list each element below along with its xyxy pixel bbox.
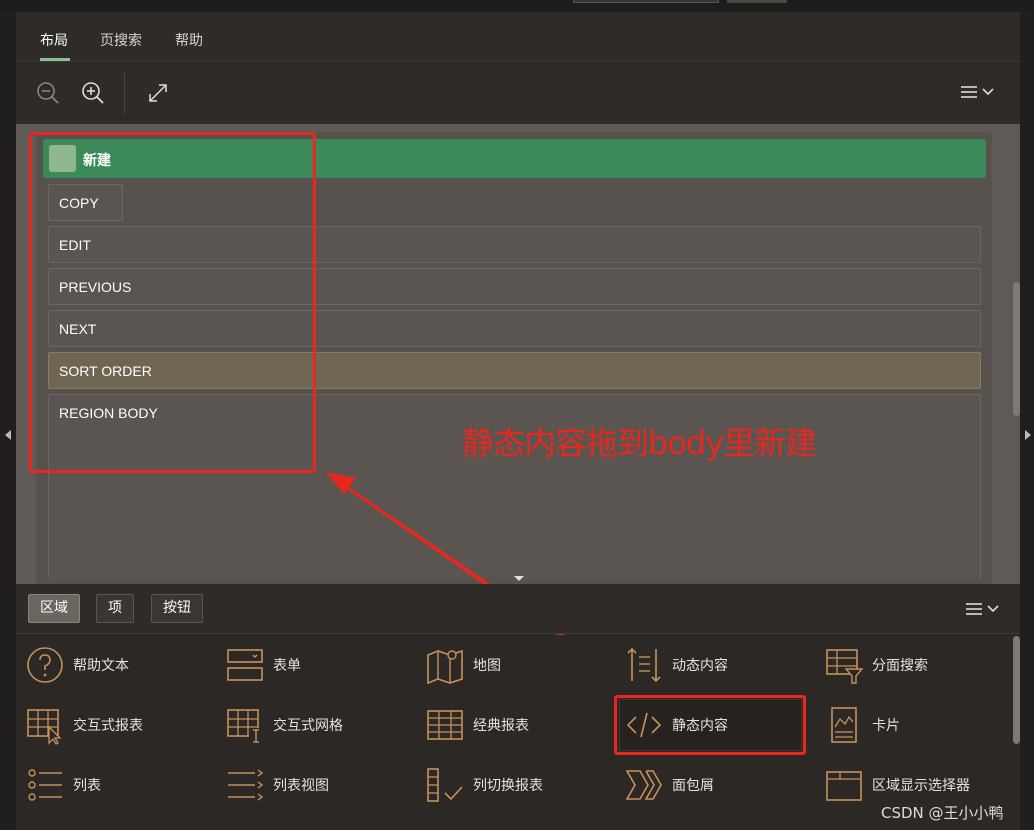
gallery-item-map[interactable]: 地图 bbox=[425, 640, 501, 690]
gallery-item-label: 经典报表 bbox=[473, 718, 529, 734]
gallery-item-label: 卡片 bbox=[872, 718, 900, 734]
form-icon bbox=[227, 649, 263, 681]
dynamic-content-icon bbox=[627, 647, 661, 683]
gallery-menu-button[interactable] bbox=[965, 602, 999, 616]
splitter-handle-icon[interactable] bbox=[514, 576, 524, 581]
gallery-item-label: 列切换报表 bbox=[473, 778, 543, 794]
tab-page-search[interactable]: 页搜索 bbox=[100, 30, 142, 50]
gallery-item-interactive-grid[interactable]: 交互式网格 bbox=[225, 700, 343, 750]
top-strip bbox=[0, 0, 1034, 12]
gallery-item-breadcrumb[interactable]: 面包屑 bbox=[624, 760, 714, 810]
gallery-header: 区域 项 按钮 bbox=[16, 584, 1020, 634]
list-icon bbox=[28, 769, 62, 801]
active-tab-indicator bbox=[40, 58, 70, 61]
annotation-box-source bbox=[614, 695, 806, 755]
map-icon bbox=[427, 649, 463, 685]
top-tab-bar: 布局 页搜索 帮助 bbox=[16, 12, 1020, 62]
gallery-scrollbar[interactable] bbox=[1013, 636, 1020, 744]
gallery-item-label: 帮助文本 bbox=[73, 658, 129, 674]
gallery-item-faceted-search[interactable]: 分面搜索 bbox=[824, 640, 928, 690]
gallery-item-form[interactable]: 表单 bbox=[225, 640, 301, 690]
faceted-search-icon bbox=[826, 649, 864, 684]
interactive-report-icon bbox=[27, 709, 62, 745]
gallery-item-label: 地图 bbox=[473, 658, 501, 674]
left-collapse-handle[interactable] bbox=[0, 12, 16, 830]
region-display-selector-icon bbox=[826, 771, 862, 801]
annotation-box-target bbox=[29, 132, 316, 473]
gallery-item-label: 表单 bbox=[273, 658, 301, 674]
gallery-item-column-toggle-report[interactable]: 列切换报表 bbox=[425, 760, 543, 810]
canvas-scrollbar[interactable] bbox=[1013, 282, 1020, 416]
zoom-in-icon[interactable] bbox=[80, 80, 106, 106]
gallery-item-help-text[interactable]: 帮助文本 bbox=[25, 640, 129, 690]
collapse-left-icon[interactable] bbox=[5, 430, 11, 440]
chevron-down-icon bbox=[982, 88, 994, 96]
cards-icon bbox=[831, 707, 857, 743]
gallery-tab-items[interactable]: 项 bbox=[96, 594, 134, 623]
collapse-right-icon[interactable] bbox=[1025, 430, 1031, 440]
gallery-item-dynamic-content[interactable]: 动态内容 bbox=[624, 640, 728, 690]
right-collapse-handle[interactable] bbox=[1020, 12, 1034, 830]
interactive-grid-icon bbox=[227, 709, 263, 743]
gallery-item-label: 列表视图 bbox=[273, 778, 329, 794]
gallery-item-label: 区域显示选择器 bbox=[872, 778, 970, 794]
gallery-item-label: 面包屑 bbox=[672, 778, 714, 794]
tab-layout[interactable]: 布局 bbox=[40, 30, 68, 50]
gallery-item-label: 交互式报表 bbox=[73, 718, 143, 734]
top-input-edge bbox=[573, 0, 719, 3]
top-button-edge bbox=[727, 0, 787, 3]
gallery-item-label: 交互式网格 bbox=[273, 718, 343, 734]
gallery-item-label: 分面搜索 bbox=[872, 658, 928, 674]
watermark: CSDN @王小小鸭 bbox=[881, 804, 1004, 822]
gallery-item-interactive-report[interactable]: 交互式报表 bbox=[25, 700, 143, 750]
zoom-out-icon[interactable] bbox=[35, 80, 61, 106]
tab-help[interactable]: 帮助 bbox=[175, 30, 203, 50]
expand-icon[interactable] bbox=[145, 80, 171, 106]
gallery-item-label: 列表 bbox=[73, 778, 101, 794]
annotation-text: 静态内容拖到body里新建 bbox=[462, 424, 817, 462]
toolbar-separator bbox=[124, 73, 125, 113]
layout-menu-button[interactable] bbox=[960, 85, 994, 99]
gallery-item-classic-report[interactable]: 经典报表 bbox=[425, 700, 529, 750]
column-toggle-report-icon bbox=[427, 768, 463, 802]
gallery-tab-buttons[interactable]: 按钮 bbox=[151, 594, 203, 623]
help-icon bbox=[27, 647, 63, 683]
gallery-item-label: 动态内容 bbox=[672, 658, 728, 674]
chevron-down-icon bbox=[987, 605, 999, 613]
classic-report-icon bbox=[427, 710, 463, 740]
list-view-icon bbox=[228, 769, 264, 801]
gallery-tab-regions[interactable]: 区域 bbox=[28, 594, 80, 623]
gallery-item-cards[interactable]: 卡片 bbox=[824, 700, 900, 750]
list-menu-icon bbox=[966, 603, 982, 615]
breadcrumb-icon bbox=[625, 770, 662, 800]
gallery-item-list[interactable]: 列表 bbox=[25, 760, 101, 810]
list-menu-icon bbox=[961, 86, 977, 98]
layout-toolbar bbox=[16, 63, 1020, 124]
gallery-item-list-view[interactable]: 列表视图 bbox=[225, 760, 329, 810]
